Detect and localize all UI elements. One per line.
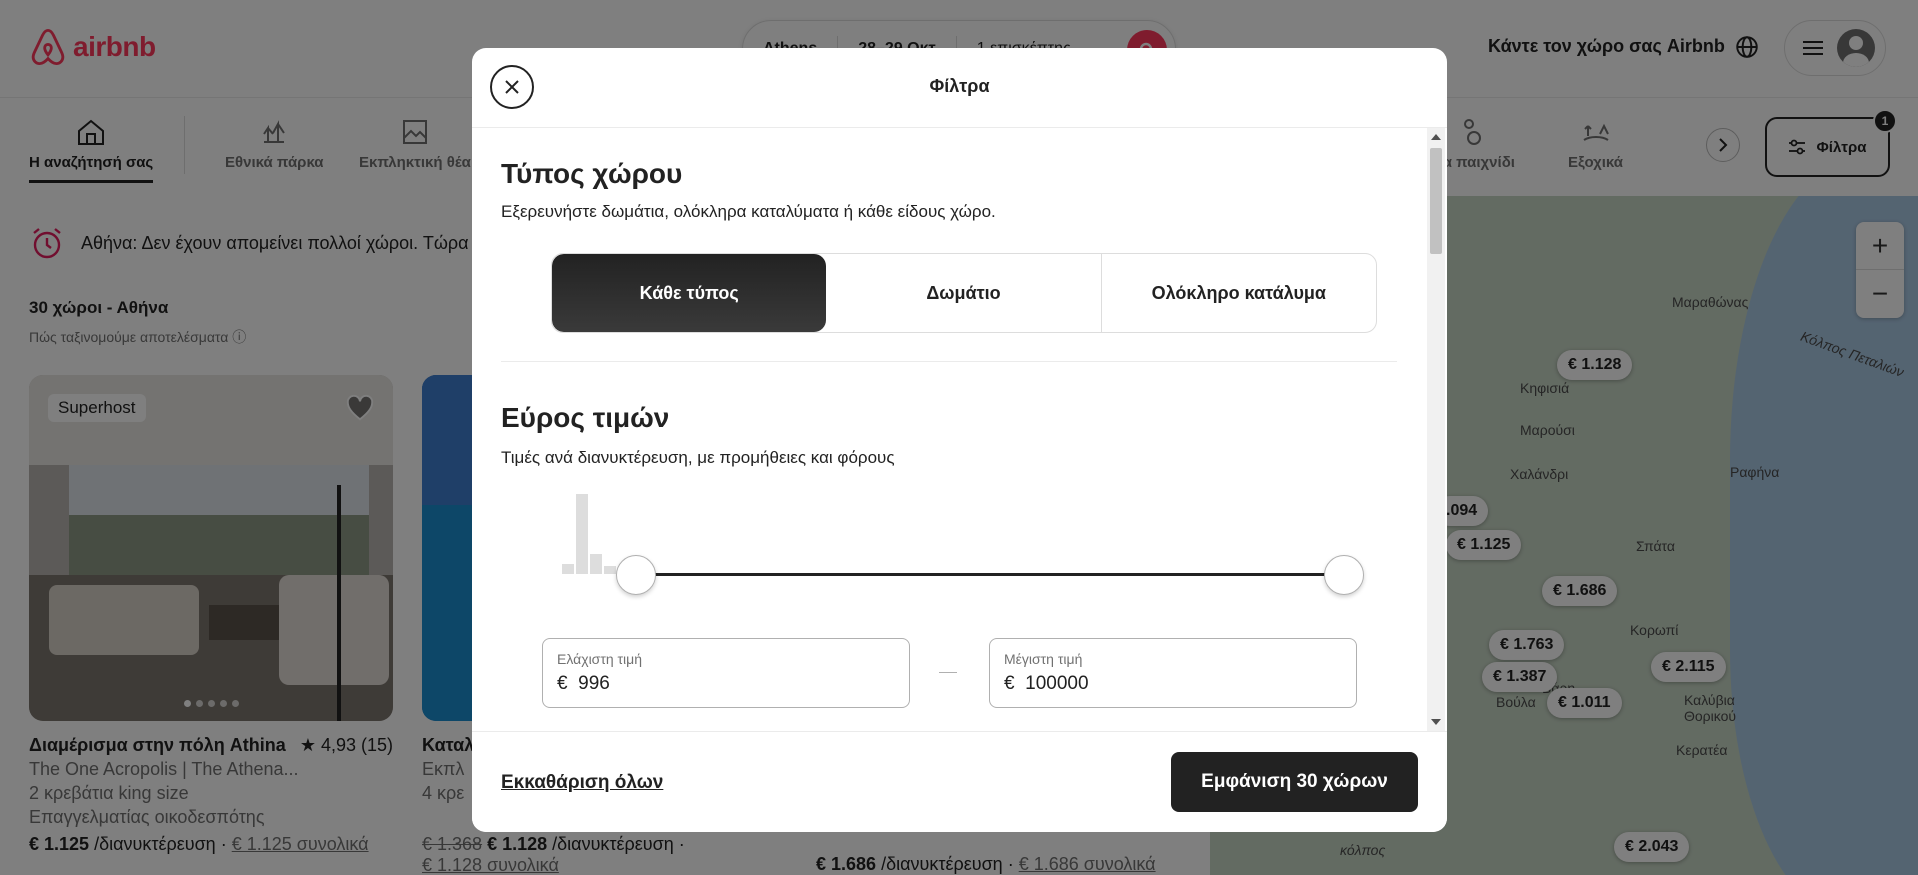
modal-footer: Εκκαθάριση όλων Εμφάνιση 30 χώρων [472,731,1447,832]
price-slider-track[interactable] [634,573,1342,576]
min-price-label: Ελάχιστη τιμή [557,651,643,667]
max-price-label: Μέγιστη τιμή [1004,651,1083,667]
price-range-heading: Εύρος τιμών [501,402,670,433]
place-type-selector: Κάθε τύπος Δωμάτιο Ολόκληρο κατάλυμα [551,253,1377,333]
scroll-thumb[interactable] [1430,148,1442,254]
histogram-bar [604,566,616,574]
place-type-heading: Τύπος χώρου [501,158,683,189]
min-price-handle[interactable] [616,555,656,595]
price-range-subtitle: Τιμές ανά διανυκτέρευση, με προμήθειες κ… [501,448,895,467]
max-price-input[interactable]: 100000 [1025,673,1088,694]
max-price-handle[interactable] [1324,555,1364,595]
modal-scrollbar[interactable] [1427,128,1445,731]
modal-header: Φίλτρα [472,48,1447,128]
place-type-subtitle: Εξερευνήστε δωμάτια, ολόκληρα καταλύματα… [501,202,996,221]
histogram-bar [590,554,602,574]
place-type-entire-home[interactable]: Ολόκληρο κατάλυμα [1102,254,1376,332]
scroll-up-arrow[interactable] [1431,134,1441,140]
max-price-field[interactable]: Μέγιστη τιμή € 100000 [989,638,1357,708]
scroll-down-arrow[interactable] [1431,719,1441,725]
price-histogram [562,484,616,574]
currency-symbol: € [557,673,568,694]
filters-modal: Φίλτρα Τύπος χώρου Εξερευνήστε δωμάτια, … [472,48,1447,832]
modal-title: Φίλτρα [929,76,990,96]
section-divider [501,361,1397,362]
place-type-any[interactable]: Κάθε τύπος [552,254,827,332]
modal-body: Τύπος χώρου Εξερευνήστε δωμάτια, ολόκληρ… [472,128,1447,731]
min-price-input[interactable]: 996 [578,673,610,694]
place-type-room[interactable]: Δωμάτιο [826,254,1102,332]
currency-symbol: € [1004,673,1015,694]
clear-all-button[interactable]: Εκκαθάριση όλων [501,772,663,794]
show-results-button[interactable]: Εμφάνιση 30 χώρων [1171,752,1418,812]
price-range-dash [939,672,957,673]
histogram-bar [576,494,588,574]
min-price-field[interactable]: Ελάχιστη τιμή € 996 [542,638,910,708]
histogram-bar [562,564,574,574]
